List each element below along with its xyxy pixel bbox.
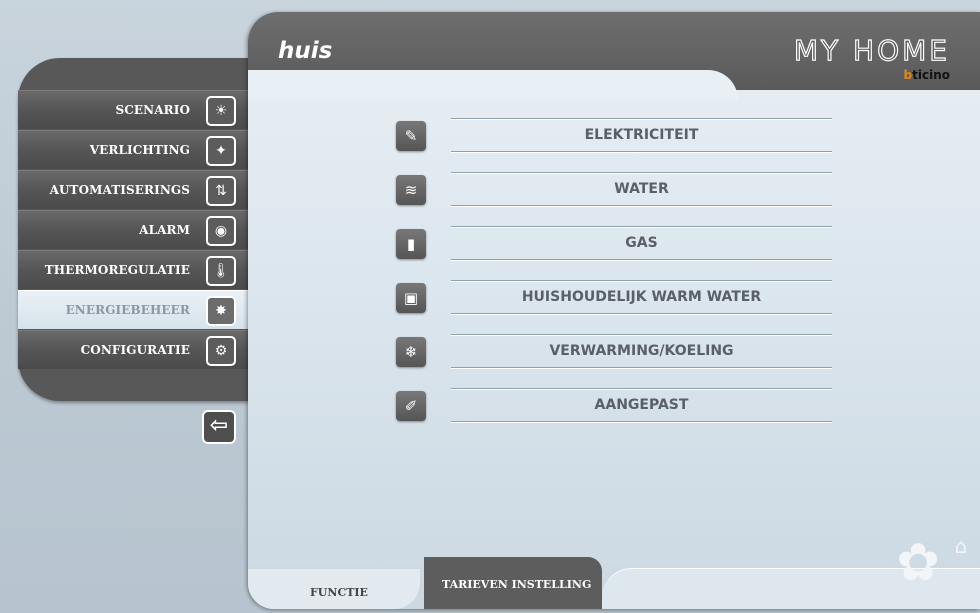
bticino-logo-rest: ticino bbox=[912, 68, 950, 82]
divider bbox=[451, 313, 832, 314]
sidebar-item-thermoregulatie[interactable]: THERMOREGULATIE 🌡 bbox=[18, 250, 250, 289]
electricity-icon: ✎ bbox=[396, 121, 426, 151]
page-title: huis bbox=[278, 38, 333, 64]
energy-item-huishoudelijk-warm-water[interactable]: ▣ HUISHOUDELIJK WARM WATER bbox=[396, 280, 832, 334]
thermometer-icon: 🌡 bbox=[206, 256, 236, 286]
tab-tarieven-instelling[interactable]: TARIEVEN INSTELLING bbox=[424, 557, 602, 609]
sidebar-item-label: ALARM bbox=[139, 223, 190, 237]
sidebar-item-label: CONFIGURATIE bbox=[80, 343, 190, 357]
divider bbox=[451, 421, 832, 422]
gears-icon: ⚙ bbox=[206, 336, 236, 366]
gas-icon: ▮ bbox=[396, 229, 426, 259]
back-button[interactable]: ⇦ bbox=[202, 410, 236, 444]
sidebar-item-label: ENERGIEBEHEER bbox=[65, 303, 190, 317]
sidebar-item-configuratie[interactable]: CONFIGURATIE ⚙ bbox=[18, 330, 250, 369]
bticino-logo: bticino bbox=[904, 68, 950, 82]
energy-item-water[interactable]: ≋ WATER bbox=[396, 172, 832, 226]
sidebar-item-label: AUTOMATISERINGS bbox=[49, 183, 190, 197]
divider bbox=[451, 151, 832, 152]
energy-item-label: AANGEPAST bbox=[594, 397, 689, 413]
main-panel: huis MY HOME bticino ✎ ELEKTRICITEIT ≋ W… bbox=[248, 12, 980, 609]
sidebar-item-automatiserings[interactable]: AUTOMATISERINGS ⇅ bbox=[18, 170, 250, 209]
sidebar-item-label: THERMOREGULATIE bbox=[44, 263, 190, 277]
sidebar-item-label: VERLICHTING bbox=[89, 143, 190, 157]
energy-item-elektriciteit[interactable]: ✎ ELEKTRICITEIT bbox=[396, 118, 832, 172]
sun-icon: ☀ bbox=[206, 96, 236, 126]
energy-item-gas[interactable]: ▮ GAS bbox=[396, 226, 832, 280]
myhome-logo: MY HOME bbox=[793, 33, 950, 67]
water-icon: ≋ bbox=[396, 175, 426, 205]
energy-item-label: VERWARMING/KOELING bbox=[549, 343, 734, 359]
shutter-icon: ⇅ bbox=[206, 176, 236, 206]
home-icon[interactable]: ⌂ bbox=[950, 535, 972, 557]
divider bbox=[451, 205, 832, 206]
bottom-tab-bar: FUNCTIE TARIEVEN INSTELLING bbox=[248, 557, 980, 609]
flower-icon: ✿ bbox=[896, 533, 940, 593]
tab-functie-label: FUNCTIE bbox=[310, 586, 368, 599]
energy-item-label: ELEKTRICITEIT bbox=[584, 127, 699, 143]
energy-icon: ✸ bbox=[206, 296, 236, 326]
sidebar-item-verlichting[interactable]: VERLICHTING ✦ bbox=[18, 130, 250, 169]
divider bbox=[451, 367, 832, 368]
boiler-icon: ▣ bbox=[396, 283, 426, 313]
sidebar-item-scenario[interactable]: SCENARIO ☀ bbox=[18, 90, 250, 129]
sidebar-item-energiebeheer[interactable]: ENERGIEBEHEER ✸ bbox=[18, 290, 250, 329]
alarm-icon: ◉ bbox=[206, 216, 236, 246]
tab-functie[interactable]: FUNCTIE bbox=[248, 569, 420, 609]
bticino-logo-b: b bbox=[903, 68, 913, 82]
energy-item-label: GAS bbox=[625, 235, 658, 251]
energy-item-label: HUISHOUDELIJK WARM WATER bbox=[521, 289, 762, 305]
sidebar-item-label: SCENARIO bbox=[115, 103, 190, 117]
divider bbox=[451, 259, 832, 260]
header-curve bbox=[248, 70, 738, 100]
sidebar-menu: SCENARIO ☀ VERLICHTING ✦ AUTOMATISERINGS… bbox=[18, 90, 250, 370]
energy-item-aangepast[interactable]: ✐ AANGEPAST bbox=[396, 388, 832, 442]
custom-icon: ✐ bbox=[396, 391, 426, 421]
energy-list: ✎ ELEKTRICITEIT ≋ WATER ▮ GAS ▣ HUISHOUD… bbox=[396, 118, 832, 442]
energy-item-label: WATER bbox=[614, 181, 669, 197]
tab-tarieven-label: TARIEVEN INSTELLING bbox=[442, 578, 592, 591]
sidebar-item-alarm[interactable]: ALARM ◉ bbox=[18, 210, 250, 249]
energy-item-verwarming-koeling[interactable]: ❄ VERWARMING/KOELING bbox=[396, 334, 832, 388]
heating-cooling-icon: ❄ bbox=[396, 337, 426, 367]
lightbulb-icon: ✦ bbox=[206, 136, 236, 166]
